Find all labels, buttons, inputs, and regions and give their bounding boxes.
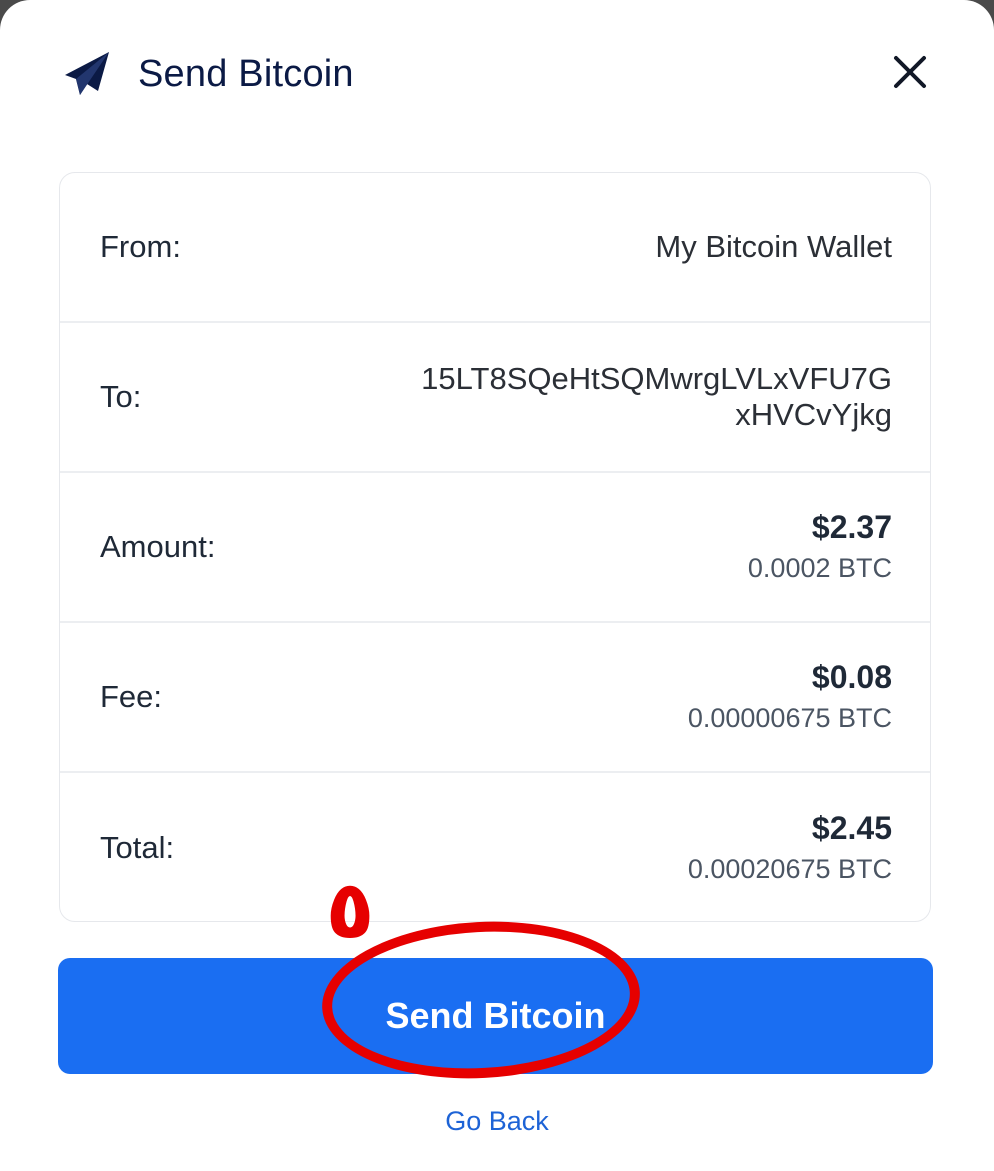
from-label: From: [100, 229, 181, 264]
amount-usd: $2.37 [811, 509, 892, 545]
to-address: 15LT8SQeHtSQMwrgLVLxVFU7GxHVCvYjkg [421, 361, 892, 432]
send-bitcoin-dialog: Send Bitcoin From: My Bitcoin Wallet To:… [0, 0, 994, 1171]
from-value: My Bitcoin Wallet [655, 229, 892, 264]
send-bitcoin-button[interactable]: Send Bitcoin [58, 958, 933, 1074]
total-row: Total: $2.45 0.00020675 BTC [60, 773, 930, 923]
transaction-summary: From: My Bitcoin Wallet To: 15LT8SQeHtSQ… [59, 172, 931, 922]
close-button[interactable] [890, 52, 930, 92]
go-back-link[interactable]: Go Back [0, 1106, 994, 1137]
to-label: To: [100, 379, 142, 414]
fee-row: Fee: $0.08 0.00000675 BTC [60, 623, 930, 773]
from-row: From: My Bitcoin Wallet [60, 173, 930, 323]
total-btc: 0.00020675 BTC [687, 854, 892, 884]
amount-row: Amount: $2.37 0.0002 BTC [60, 473, 930, 623]
dialog-header: Send Bitcoin [62, 44, 354, 104]
amount-label: Amount: [100, 529, 216, 564]
fee-usd: $0.08 [811, 659, 892, 695]
fee-btc: 0.00000675 BTC [687, 703, 892, 733]
dialog-title: Send Bitcoin [138, 52, 354, 95]
amount-btc: 0.0002 BTC [747, 553, 892, 583]
total-label: Total: [100, 830, 175, 865]
paper-plane-icon [62, 49, 112, 99]
total-usd: $2.45 [811, 810, 892, 846]
fee-label: Fee: [100, 679, 163, 714]
close-icon [890, 52, 930, 92]
to-row: To: 15LT8SQeHtSQMwrgLVLxVFU7GxHVCvYjkg [60, 323, 930, 473]
